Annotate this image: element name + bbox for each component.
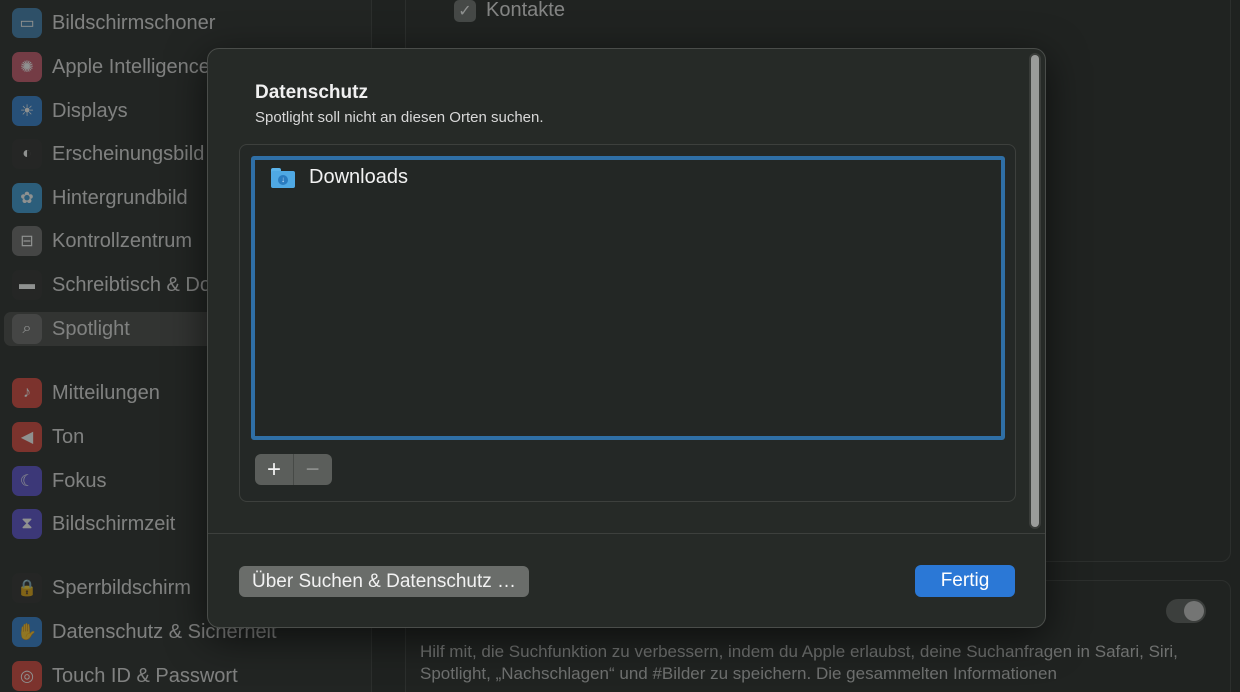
help-apple-description: Hilf mit, die Suchfunktion zu verbessern… <box>420 642 1178 683</box>
touch-id-icon: ◎ <box>12 661 42 691</box>
sidebar-item-label: Bildschirmschoner <box>52 11 216 34</box>
sidebar-item-label: Fokus <box>52 469 107 492</box>
downloads-folder-icon: ↓ <box>271 167 295 188</box>
appearance-icon: ◐ <box>12 139 42 169</box>
excluded-locations-list[interactable]: ↓ Downloads <box>251 156 1005 440</box>
checkbox-row-contacts[interactable]: ✓ Kontakte <box>454 0 565 22</box>
sheet-scrollbar[interactable] <box>1029 53 1041 529</box>
sidebar-item-label: Mitteilungen <box>52 381 160 404</box>
sidebar-item-label: Sperrbildschirm <box>52 576 191 599</box>
focus-icon: ☾ <box>12 466 42 496</box>
remove-button[interactable]: − <box>293 454 331 485</box>
screen-time-icon: ⧗ <box>12 509 42 539</box>
control-center-icon: ⊟ <box>12 226 42 256</box>
list-item-label: Downloads <box>309 166 408 188</box>
sidebar-item[interactable]: ▭ Bildschirmschoner <box>12 6 364 40</box>
sidebar-item-label: Ton <box>52 425 85 448</box>
sound-icon: ◀ <box>12 422 42 452</box>
notifications-icon: ♪ <box>12 378 42 408</box>
add-button[interactable]: + <box>255 454 293 485</box>
excluded-locations-box: ↓ Downloads + − <box>239 144 1016 502</box>
sheet-divider <box>208 533 1045 534</box>
sheet-subtitle: Spotlight soll nicht an diesen Orten suc… <box>255 109 544 126</box>
sidebar-item-label: Bildschirmzeit <box>52 512 176 535</box>
privacy-sheet: Datenschutz Spotlight soll nicht an dies… <box>207 48 1046 628</box>
screensaver-icon: ▭ <box>12 8 42 38</box>
about-search-privacy-button[interactable]: Über Suchen & Datenschutz … <box>239 566 530 597</box>
apple-intelligence-icon: ✺ <box>12 52 42 82</box>
sidebar-item[interactable]: ◎ Touch ID & Passwort <box>12 659 364 692</box>
sheet-title: Datenschutz <box>255 82 368 103</box>
help-apple-toggle[interactable] <box>1166 599 1206 623</box>
sidebar-item-label: Schreibtisch & Dock <box>52 273 231 296</box>
sidebar-item-label: Kontrollzentrum <box>52 229 193 252</box>
desktop-dock-icon: ▬ <box>12 270 42 300</box>
spotlight-icon: ⌕ <box>12 314 42 344</box>
wallpaper-icon: ✿ <box>12 183 42 213</box>
checkmark-icon[interactable]: ✓ <box>454 0 476 22</box>
sidebar-item-label: Hintergrundbild <box>52 186 188 209</box>
checkbox-label: Kontakte <box>486 0 565 21</box>
sidebar-item-label: Touch ID & Passwort <box>52 664 238 687</box>
displays-icon: ☀ <box>12 96 42 126</box>
lock-screen-icon: 🔒 <box>12 573 42 603</box>
sidebar-item-label: Spotlight <box>52 317 130 340</box>
privacy-hand-icon: ✋ <box>12 617 42 647</box>
add-remove-control: + − <box>255 454 332 485</box>
sidebar-item-label: Erscheinungsbild <box>52 142 205 165</box>
scrollbar-thumb[interactable] <box>1031 55 1039 527</box>
done-button[interactable]: Fertig <box>915 565 1015 597</box>
sidebar-item-label: Displays <box>52 99 128 122</box>
list-item[interactable]: ↓ Downloads <box>271 166 408 189</box>
